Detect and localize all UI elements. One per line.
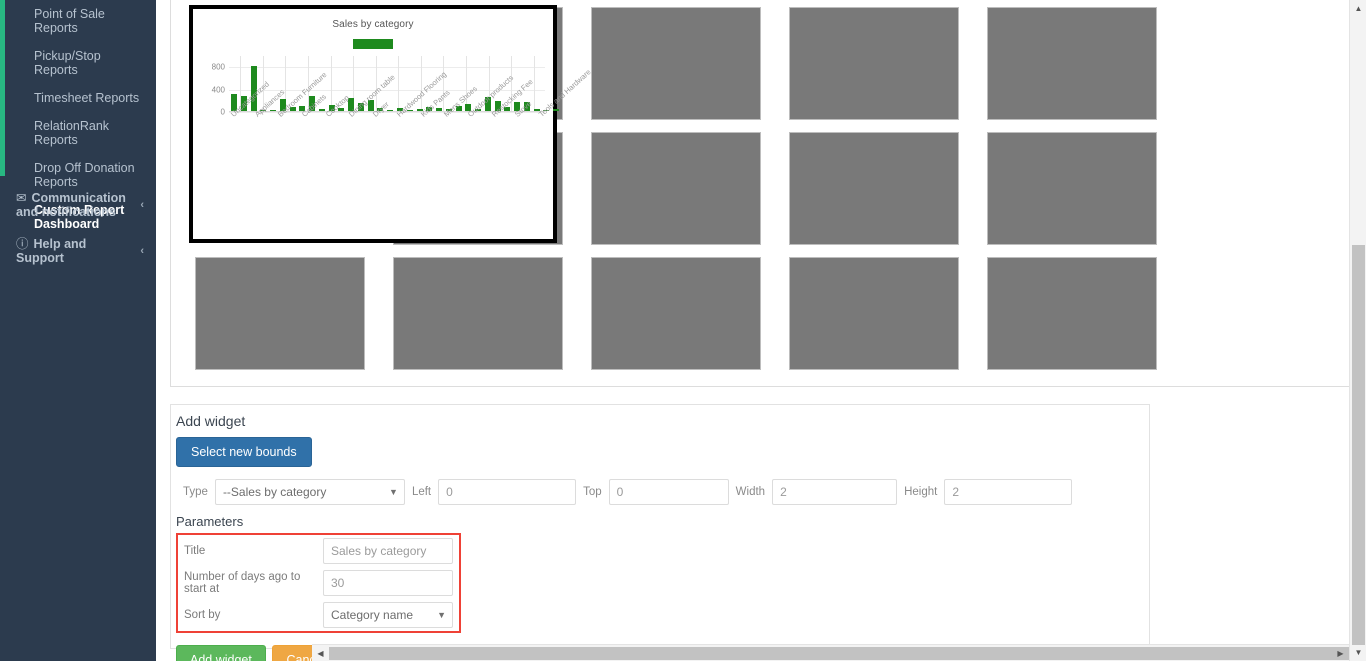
height-input[interactable] — [944, 479, 1073, 505]
select-new-bounds-button[interactable]: Select new bounds — [176, 437, 312, 467]
chart-legend-swatch — [353, 39, 393, 49]
widget-placeholder[interactable] — [987, 7, 1157, 120]
parameter-control: Category name ▼ — [323, 602, 459, 628]
vertical-scrollbar-thumb[interactable] — [1352, 245, 1365, 645]
horizontal-scrollbar[interactable]: ◀ ▶ — [312, 644, 1366, 661]
widget-grid-row — [195, 257, 1347, 370]
chart-gridline-h — [229, 67, 545, 69]
widget-placeholder[interactable] — [591, 7, 761, 120]
widget-placeholder[interactable] — [393, 257, 563, 370]
sort-by-select[interactable]: Category name — [323, 602, 453, 628]
sidebar-section-label: Communication and notifications — [16, 191, 126, 219]
add-widget-panel-title: Add widget — [176, 413, 246, 429]
horizontal-scrollbar-thumb[interactable] — [329, 647, 1366, 660]
chevron-left-icon: ‹ — [140, 199, 144, 211]
sidebar-item-label: Point of Sale Reports — [34, 7, 105, 35]
chart-widget-sales-by-category[interactable]: Sales by category 0 400 800 Uncategorized A… — [189, 5, 593, 243]
sidebar-sections: ✉ Communication and notifications ‹ ⓘ Help a… — [0, 182, 156, 274]
widget-placeholder[interactable] — [789, 7, 959, 120]
type-select[interactable]: --Sales by category — [214, 479, 405, 505]
sidebar-section-communication-and-notifications[interactable]: ✉ Communication and notifications ‹ — [0, 182, 156, 228]
parameter-label: Title — [184, 545, 206, 557]
top-label: Top — [583, 486, 602, 498]
bounds-form-row: Type --Sales by category ▼ Left Top Widt… — [176, 479, 1149, 505]
app-root: Point of Sale Reports Pickup/Stop Reports… — [0, 0, 1366, 661]
sidebar: Point of Sale Reports Pickup/Stop Reports… — [0, 0, 156, 661]
widget-placeholder[interactable] — [987, 132, 1157, 245]
dashboard-card: Sales by category 0 400 800 Uncategorized A… — [170, 0, 1356, 387]
parameter-label: Number of days ago to start at — [184, 571, 301, 595]
type-label: Type — [183, 486, 208, 498]
title-input[interactable] — [323, 538, 453, 564]
scroll-up-icon[interactable]: ▲ — [1350, 0, 1366, 17]
type-select-wrap[interactable]: --Sales by category ▼ — [214, 479, 405, 505]
scroll-left-icon[interactable]: ◀ — [312, 645, 329, 661]
chart-gridline-v — [420, 56, 422, 111]
widget-placeholder[interactable] — [987, 257, 1157, 370]
widget-placeholder[interactable] — [789, 257, 959, 370]
widget-placeholder[interactable] — [591, 257, 761, 370]
parameters-highlight-box: Title Number of days ago to start at Sort … — [176, 533, 461, 633]
left-input[interactable] — [438, 479, 577, 505]
sidebar-section-help-and-support[interactable]: ⓘ Help and Support ‹ — [0, 228, 156, 274]
chart-y-tick-label: 800 — [211, 62, 225, 72]
parameter-row: Number of days ago to start at — [178, 567, 459, 599]
envelope-icon: ✉ — [16, 191, 27, 205]
parameter-select-wrap[interactable]: Category name ▼ — [323, 602, 453, 628]
chart-gridline-v — [443, 56, 445, 111]
parameter-control — [323, 538, 459, 564]
sidebar-item-label: Pickup/Stop Reports — [34, 49, 101, 77]
chart-y-tick-label: 400 — [211, 85, 225, 95]
number-of-days-ago-to-start-at-input[interactable] — [323, 570, 453, 596]
sidebar-item-label: Timesheet Reports — [34, 91, 140, 105]
width-label: Width — [735, 486, 766, 498]
add-widget-button[interactable]: Add widget — [176, 645, 266, 661]
chart-bar — [436, 108, 443, 111]
vertical-scrollbar[interactable]: ▲ ▼ — [1349, 0, 1366, 661]
help-circle-icon: ⓘ — [16, 237, 29, 251]
chart-bar — [387, 109, 394, 111]
chart-title: Sales by category — [332, 19, 414, 30]
parameter-control — [323, 570, 459, 596]
parameter-label: Sort by — [184, 609, 221, 621]
sidebar-item-timesheet-reports[interactable]: Timesheet Reports — [0, 84, 156, 112]
widget-placeholder[interactable] — [789, 132, 959, 245]
top-input[interactable] — [608, 479, 729, 505]
chart-gridline-v — [330, 56, 332, 111]
sidebar-item-label: RelationRank Reports — [34, 119, 110, 147]
chart-x-axis-labels: Uncategorized Appliances Bedroom Furniture… — [221, 67, 593, 174]
scroll-down-icon[interactable]: ▼ — [1350, 644, 1366, 661]
sidebar-item-relationrank-reports[interactable]: RelationRank Reports — [0, 112, 156, 154]
widget-placeholder[interactable] — [591, 132, 761, 245]
parameter-row: Title — [178, 535, 459, 567]
sidebar-item-point-of-sale-reports[interactable]: Point of Sale Reports — [0, 0, 156, 42]
chart-bar — [553, 109, 560, 111]
width-input[interactable] — [772, 479, 898, 505]
height-label: Height — [904, 486, 938, 498]
widget-placeholder[interactable] — [195, 257, 365, 370]
main-content: Sales by category 0 400 800 Uncategorized A… — [156, 0, 1366, 661]
sidebar-item-pickup-stop-reports[interactable]: Pickup/Stop Reports — [0, 42, 156, 84]
chart-gridline-v — [398, 56, 400, 111]
parameters-title: Parameters — [176, 514, 244, 529]
chart-bar — [270, 109, 277, 111]
chart-plot-area: 0 400 800 — [201, 56, 560, 117]
parameter-row: Sort by Category name ▼ — [178, 599, 459, 631]
left-label: Left — [411, 486, 432, 498]
scroll-right-icon[interactable]: ▶ — [1332, 645, 1349, 661]
chevron-left-icon: ‹ — [140, 245, 144, 257]
add-widget-panel: Add widget Select new bounds Type --Sale… — [170, 404, 1150, 661]
